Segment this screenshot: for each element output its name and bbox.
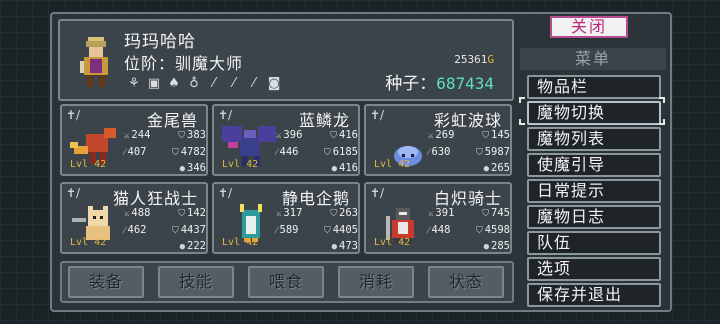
monster-stats: ⚔ 396 ⛉ 416 ⁄ 446 ⛉ 6185 ● 416 [276, 129, 358, 174]
tab-feed[interactable]: 喂食 [248, 266, 324, 298]
selection-corner [519, 97, 525, 103]
monster-level: Lvl 42 [222, 159, 259, 170]
monster-card[interactable]: ✝/ 金尾兽 Lvl 42 ⚔ 244 ⛉ 383 ⁄ 407 ⛉ 4782 ● 346 [60, 104, 208, 176]
menu-item-options[interactable]: 选项 [527, 257, 661, 281]
menu-item-monster-list[interactable]: 魔物列表 [527, 127, 661, 151]
monster-level: Lvl 42 [70, 159, 107, 170]
close-button[interactable]: 关闭 [550, 16, 628, 38]
feather-icon[interactable]: ⁄ [246, 76, 262, 92]
monster-stats: ⚔ 488 ⛉ 142 ⁄ 462 ⛉ 4437 ● 222 [124, 207, 206, 252]
gear-icon-row: ⚘ ▣ ♠ ♁ ⁄ ⁄ ⁄ ◙ [126, 76, 282, 92]
potion-icon[interactable]: ♁ [186, 76, 202, 92]
sword-icon: ✝/ [370, 186, 385, 200]
sword-icon: ✝/ [66, 108, 81, 122]
monster-card[interactable]: ✝/ 彩虹波球 Lvl 42 ⚔ 269 ⛉ 145 ⁄ 630 ⛉ 5987 ● 265 [364, 104, 512, 176]
selection-corner [659, 119, 665, 125]
selection-corner [659, 97, 665, 103]
feather-icon[interactable]: ⁄ [206, 76, 222, 92]
sword-icon: ✝/ [218, 186, 233, 200]
sword-icon: ✝/ [370, 108, 385, 122]
monster-level: Lvl 42 [70, 237, 107, 248]
tab-equip[interactable]: 装备 [68, 266, 144, 298]
gold-counter: 25361G [454, 53, 494, 66]
menu-item-save-quit[interactable]: 保存并退出 [527, 283, 661, 307]
seed-display: 种子：687434 [385, 69, 494, 94]
menu-item-daily-tips[interactable]: 日常提示 [527, 179, 661, 203]
monster-stats: ⚔ 391 ⛉ 745 ⁄ 448 ⛉ 4598 ● 285 [428, 207, 510, 252]
mushroom-icon[interactable]: ♠ [166, 76, 182, 92]
monster-stats: ⚔ 269 ⛉ 145 ⁄ 630 ⛉ 5987 ● 265 [428, 129, 510, 174]
monster-card[interactable]: ✝/ 蓝鳞龙 Lvl 42 ⚔ 396 ⛉ 416 ⁄ 446 ⛉ 6185 ● 416 [212, 104, 360, 176]
sword-icon: ✝/ [66, 186, 81, 200]
menu-title: 菜单 [520, 48, 666, 70]
menu-item-inventory[interactable]: 物品栏 [527, 75, 661, 99]
player-name: 玛玛哈哈 [124, 32, 196, 52]
seed-value: 687434 [436, 74, 494, 93]
monster-stats: ⚔ 317 ⛉ 263 ⁄ 589 ⛉ 4405 ● 473 [276, 207, 358, 252]
armor-icon[interactable]: ▣ [146, 76, 162, 92]
menu-item-monster-switch[interactable]: 魔物切换 [527, 101, 661, 125]
player-portrait [80, 37, 108, 87]
monster-level: Lvl 42 [222, 237, 259, 248]
monster-card[interactable]: ✝/ 猫人狂战士 Lvl 42 ⚔ 488 ⛉ 142 ⁄ 462 ⛉ 4437 ● 222 [60, 182, 208, 254]
monster-card[interactable]: ✝/ 白炽骑士 Lvl 42 ⚔ 391 ⛉ 745 ⁄ 448 ⛉ 4598 ● 285 [364, 182, 512, 254]
tab-skills[interactable]: 技能 [158, 266, 234, 298]
player-rank: 位阶：驯魔大师 [124, 54, 244, 73]
sword-icon: ✝/ [218, 108, 233, 122]
stone-icon[interactable]: ◙ [266, 76, 282, 92]
seed-label: 种子： [385, 74, 437, 94]
menu-item-familiar-guide[interactable]: 使魔引导 [527, 153, 661, 177]
gold-unit: G [487, 53, 494, 66]
tab-consume[interactable]: 消耗 [338, 266, 414, 298]
tab-status[interactable]: 状态 [428, 266, 504, 298]
selection-corner [519, 119, 525, 125]
monster-stats: ⚔ 244 ⛉ 383 ⁄ 407 ⛉ 4782 ● 346 [124, 129, 206, 174]
scroll-icon[interactable]: ⚘ [126, 76, 142, 92]
monster-level: Lvl 42 [374, 159, 411, 170]
menu-item-monster-log[interactable]: 魔物日志 [527, 205, 661, 229]
player-header: 玛玛哈哈 位阶：驯魔大师 ⚘ ▣ ♠ ♁ ⁄ ⁄ ⁄ ◙ 25361G 种子：6… [58, 19, 514, 101]
menu-item-party[interactable]: 队伍 [527, 231, 661, 255]
monster-card[interactable]: ✝/ 静电企鹅 Lvl 42 ⚔ 317 ⛉ 263 ⁄ 589 ⛉ 4405 ● 473 [212, 182, 360, 254]
monster-level: Lvl 42 [374, 237, 411, 248]
feather-icon[interactable]: ⁄ [226, 76, 242, 92]
